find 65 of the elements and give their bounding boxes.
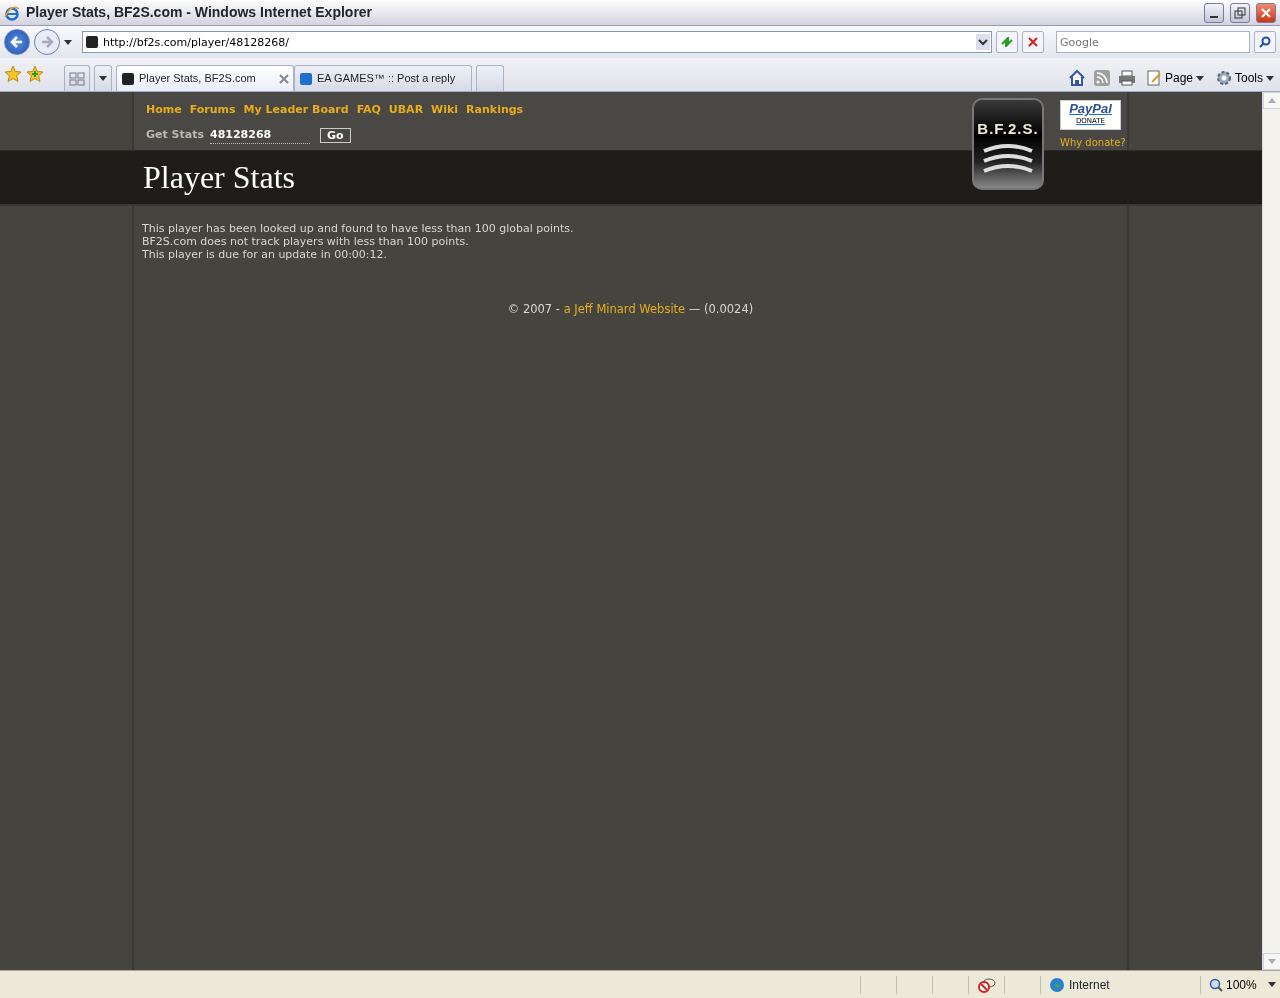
- back-button[interactable]: [4, 29, 30, 55]
- minimize-button[interactable]: [1204, 2, 1224, 23]
- author-link[interactable]: a Jeff Minard Website: [563, 302, 686, 316]
- tab-list-button[interactable]: [94, 65, 112, 91]
- nav-link[interactable]: UBAR: [388, 102, 424, 119]
- logo-text: B.F.2.S.: [977, 119, 1039, 139]
- gear-icon: [1216, 70, 1232, 86]
- printer-icon[interactable]: [1117, 70, 1136, 86]
- feeds-icon[interactable]: [1093, 70, 1110, 86]
- nav-link[interactable]: FAQ: [356, 102, 381, 119]
- restore-button[interactable]: [1230, 2, 1250, 23]
- minimize-icon: [1210, 15, 1218, 18]
- search-button[interactable]: [1254, 31, 1276, 53]
- close-icon: [1260, 6, 1272, 19]
- window-title: Player Stats, BF2S.com - Windows Internet Explorer: [26, 3, 374, 22]
- tools-menu[interactable]: Tools: [1214, 69, 1276, 87]
- caret-icon: [1196, 75, 1204, 81]
- browser-tab[interactable]: Player Stats, BF2S.com: [116, 65, 294, 91]
- caret-icon: [1267, 982, 1276, 987]
- forward-arrow-icon: [40, 35, 54, 49]
- close-tab-icon[interactable]: [279, 73, 289, 84]
- player-id-field[interactable]: 48128268: [210, 126, 310, 144]
- search-icon: [1259, 36, 1271, 48]
- site-logo[interactable]: B.F.2.S.: [972, 98, 1044, 190]
- nav-link[interactable]: My Leader Board: [243, 102, 349, 119]
- star-icon[interactable]: [4, 65, 22, 83]
- close-button[interactable]: [1256, 2, 1276, 23]
- restore-icon: [1234, 6, 1246, 19]
- zoom-button[interactable]: 100%: [1200, 975, 1280, 994]
- back-arrow-icon: [10, 35, 24, 49]
- message-text: This player has been looked up and found to have less than 100 global points.: [142, 222, 575, 235]
- dropdown-arrow-icon[interactable]: [64, 39, 72, 45]
- browser-logo-icon: [4, 4, 20, 21]
- nav-link[interactable]: Forums: [189, 102, 236, 119]
- caret-icon: [1266, 75, 1274, 81]
- search-field[interactable]: Google: [1056, 31, 1250, 53]
- nav-link[interactable]: Wiki: [431, 102, 459, 119]
- refresh-button[interactable]: [996, 31, 1018, 53]
- why-donate-link[interactable]: Why donate?: [1060, 135, 1126, 150]
- nav-link[interactable]: Rankings: [466, 102, 524, 119]
- site-favicon-icon: [121, 71, 135, 86]
- message-text: This player is due for an update in 00:00:12.: [142, 248, 389, 261]
- refresh-arrows-icon: [1000, 35, 1014, 49]
- globe-icon: [1049, 976, 1065, 993]
- security-zone-label: Internet: [1069, 976, 1110, 994]
- stop-icon: [1027, 36, 1039, 48]
- nav-link[interactable]: Home: [146, 102, 182, 119]
- footer-text: © 2007 - a Jeff Minard Website — (0.0024): [506, 301, 755, 318]
- message-text: BF2S.com does not track players with less than 100 points.: [142, 235, 470, 248]
- page-menu[interactable]: Page: [1143, 69, 1206, 87]
- stop-button[interactable]: [1022, 31, 1044, 53]
- caret-icon: [99, 76, 107, 81]
- page-icon: [1145, 70, 1162, 86]
- get-stats-label: Get Stats: [146, 127, 204, 143]
- home-icon[interactable]: [1067, 69, 1086, 87]
- add-favorite-icon[interactable]: [26, 65, 44, 83]
- grid-icon: [69, 71, 85, 86]
- browser-tab[interactable]: EA GAMES™ :: Post a reply: [294, 65, 472, 91]
- page-heading: Player Stats: [143, 158, 295, 197]
- go-button[interactable]: Go: [320, 127, 351, 143]
- site-favicon-icon: [299, 71, 313, 86]
- dropdown-icon[interactable]: [976, 34, 990, 50]
- magnifier-icon: [1209, 977, 1223, 992]
- privacy-blocked-icon[interactable]: [977, 976, 996, 993]
- address-field[interactable]: http://bf2s.com/player/48128268/: [82, 31, 992, 53]
